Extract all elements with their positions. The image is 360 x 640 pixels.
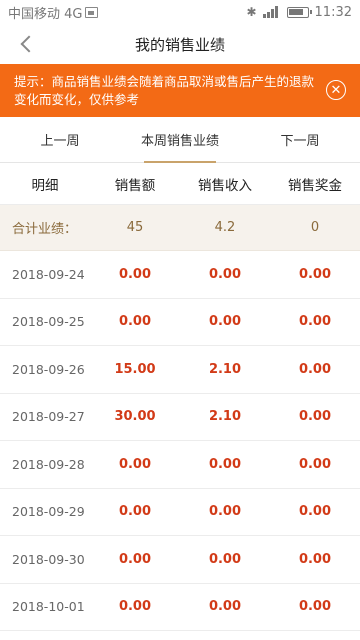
chevron-left-icon: [20, 35, 38, 53]
status-bar: 中国移动 4G ✱ 11:32: [0, 0, 360, 24]
row-date: 2018-09-29: [12, 504, 85, 520]
daily-rows: 2018-09-24 0.00 0.00 0.00 2018-09-25 0.0…: [0, 251, 360, 631]
tab-previous-week[interactable]: 上一周: [0, 117, 120, 162]
row-sales: 0.00: [118, 551, 152, 567]
total-row: 合计业绩： 45 4.2 0: [0, 205, 360, 251]
tab-next-week[interactable]: 下一周: [240, 117, 360, 162]
row-date: 2018-09-24: [12, 266, 85, 282]
image-notification-icon: [85, 6, 99, 18]
row-bonus: 0.00: [298, 409, 332, 425]
row-sales: 30.00: [114, 409, 156, 425]
status-right: ✱ 11:32: [246, 5, 352, 20]
row-income: 2.10: [208, 361, 242, 377]
table-header: 明细 销售额 销售收入 销售奖金: [0, 163, 360, 205]
row-bonus: 0.00: [298, 456, 332, 472]
header-detail: 明细: [31, 177, 59, 194]
row-bonus: 0.00: [298, 314, 332, 330]
total-income: 4.2: [214, 220, 236, 235]
total-sales: 45: [126, 220, 144, 235]
row-date: 2018-09-30: [12, 551, 85, 567]
header-bonus: 销售奖金: [288, 177, 342, 194]
row-sales: 0.00: [118, 456, 152, 472]
row-bonus: 0.00: [298, 266, 332, 282]
clock: 11:32: [314, 4, 352, 20]
row-date: 2018-09-26: [12, 361, 85, 377]
row-income: 0.00: [208, 504, 242, 520]
back-button[interactable]: [8, 26, 44, 62]
row-bonus: 0.00: [298, 599, 332, 615]
table-row: 2018-09-26 15.00 2.10 0.00: [0, 346, 360, 394]
battery-icon: [286, 6, 312, 18]
row-sales: 0.00: [118, 599, 152, 615]
table-row: 2018-09-24 0.00 0.00 0.00: [0, 251, 360, 299]
row-date: 2018-09-27: [12, 409, 85, 425]
row-date: 2018-09-28: [12, 456, 85, 472]
tab-current-week[interactable]: 本周销售业绩: [120, 117, 240, 162]
table-row: 2018-09-25 0.00 0.00 0.00: [0, 298, 360, 346]
row-income: 0.00: [208, 314, 242, 330]
notice-text: 提示：商品销售业绩会随着商品取消或售后产生的退款变化而变化，仅供参考: [14, 73, 315, 107]
row-bonus: 0.00: [298, 504, 332, 520]
nav-bar: 我的销售业绩: [0, 24, 360, 64]
signal-icon: [262, 6, 281, 18]
header-sales: 销售额: [114, 177, 156, 194]
row-sales: 0.00: [118, 504, 152, 520]
carrier-label: 中国移动 4G: [8, 6, 83, 22]
row-income: 0.00: [208, 266, 242, 282]
row-date: 2018-10-01: [12, 599, 85, 615]
header-income: 销售收入: [198, 177, 252, 194]
bluetooth-icon: ✱: [246, 5, 257, 19]
week-tabs: 上一周 本周销售业绩 下一周: [0, 117, 360, 163]
table-row: 2018-09-28 0.00 0.00 0.00: [0, 441, 360, 489]
row-sales: 15.00: [114, 361, 156, 377]
total-label: 合计业绩：: [12, 222, 78, 237]
table-row: 2018-09-29 0.00 0.00 0.00: [0, 488, 360, 536]
status-left: 中国移动 4G: [8, 3, 99, 22]
row-income: 0.00: [208, 551, 242, 567]
row-bonus: 0.00: [298, 361, 332, 377]
page-title: 我的销售业绩: [134, 35, 225, 54]
row-bonus: 0.00: [298, 551, 332, 567]
row-date: 2018-09-25: [12, 314, 85, 330]
notice-banner: 提示：商品销售业绩会随着商品取消或售后产生的退款变化而变化，仅供参考 ✕: [0, 64, 360, 117]
table-row: 2018-09-27 30.00 2.10 0.00: [0, 393, 360, 441]
row-income: 0.00: [208, 599, 242, 615]
row-income: 2.10: [208, 409, 242, 425]
row-income: 0.00: [208, 456, 242, 472]
total-bonus: 0: [310, 220, 320, 235]
row-sales: 0.00: [118, 314, 152, 330]
table-row: 2018-09-30 0.00 0.00 0.00: [0, 536, 360, 584]
row-sales: 0.00: [118, 266, 152, 282]
table-row: 2018-10-01 0.00 0.00 0.00: [0, 583, 360, 631]
close-icon[interactable]: ✕: [326, 80, 346, 100]
